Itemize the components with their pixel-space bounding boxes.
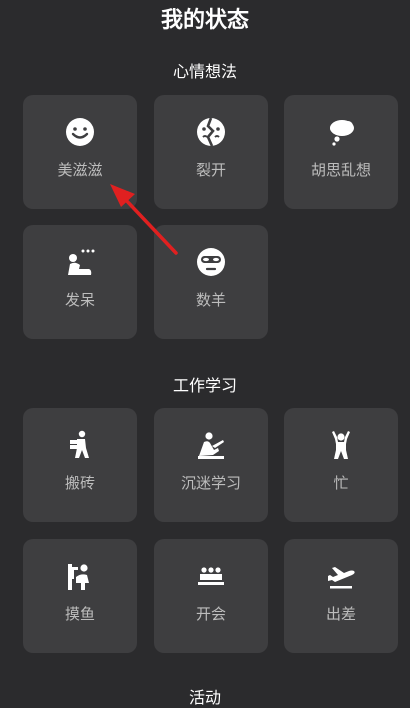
carrying-bricks-icon xyxy=(65,430,95,460)
section-title-activity: 活动 xyxy=(188,688,221,707)
daydreaming-person-icon xyxy=(65,247,95,277)
busy-person-icon xyxy=(326,430,356,460)
studying-person-icon xyxy=(196,430,226,460)
status-tile-chenmixuexi[interactable]: 沉迷学习 xyxy=(154,408,268,522)
status-tile-fadai[interactable]: 发呆 xyxy=(23,225,137,339)
thought-bubble-icon xyxy=(326,117,356,147)
status-tile-label: 摸鱼 xyxy=(64,605,95,623)
status-tile-label: 数羊 xyxy=(195,291,226,309)
cracked-face-icon xyxy=(196,117,226,147)
status-tile-label: 裂开 xyxy=(195,161,226,179)
status-tile-chuchai[interactable]: 出差 xyxy=(284,539,398,653)
status-tile-label: 开会 xyxy=(195,605,226,623)
sleep-mask-face-icon xyxy=(196,247,226,277)
section-title-work-study: 工作学习 xyxy=(172,376,237,395)
status-tile-meizizi[interactable]: 美滋滋 xyxy=(23,95,137,209)
smiley-face-icon xyxy=(65,117,95,147)
status-tile-liekai[interactable]: 裂开 xyxy=(154,95,268,209)
status-tile-label: 出差 xyxy=(325,605,356,623)
page-title: 我的状态 xyxy=(160,8,249,33)
status-tile-label: 美滋滋 xyxy=(57,161,103,179)
airplane-icon xyxy=(326,561,356,591)
status-tile-shuyang[interactable]: 数羊 xyxy=(154,225,268,339)
status-tile-husiluanxiang[interactable]: 胡思乱想 xyxy=(284,95,398,209)
status-tile-label: 发呆 xyxy=(64,291,95,309)
status-tile-moyu[interactable]: 摸鱼 xyxy=(23,539,137,653)
status-tile-label: 沉迷学习 xyxy=(180,474,241,492)
status-page: 我的状态 心情想法 美滋滋 裂开 胡思乱想 发呆 数羊 工作学习 搬砖 沉迷学习… xyxy=(0,0,410,707)
status-tile-kaihui[interactable]: 开会 xyxy=(154,539,268,653)
status-tile-label: 搬砖 xyxy=(64,474,95,492)
status-tile-label: 忙 xyxy=(333,474,349,492)
meeting-people-icon xyxy=(196,561,226,591)
section-title-mood: 心情想法 xyxy=(172,62,237,81)
status-tile-mang[interactable]: 忙 xyxy=(284,408,398,522)
status-tile-label: 胡思乱想 xyxy=(310,161,371,179)
slacking-person-icon xyxy=(65,561,95,591)
status-tile-banzhuan[interactable]: 搬砖 xyxy=(23,408,137,522)
